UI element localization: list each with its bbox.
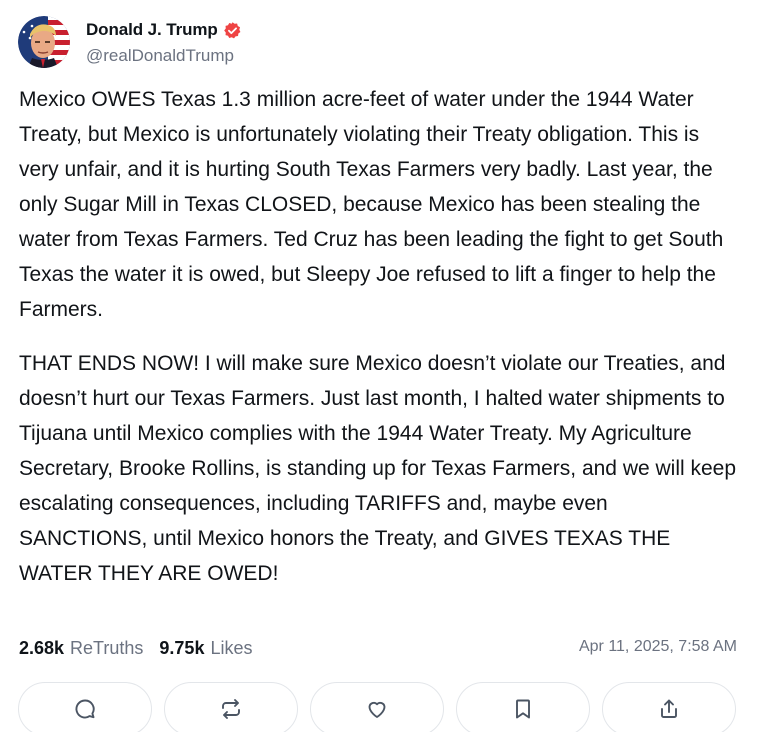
name-row: Donald J. Trump [86,18,242,42]
post-body: Mexico OWES Texas 1.3 million acre-feet … [19,82,741,591]
likes-count: 9.75k [159,637,205,658]
action-bar [18,682,736,732]
reply-icon [75,699,95,719]
post-timestamp[interactable]: Apr 11, 2025, 7:58 AM [579,638,737,656]
retruths-count: 2.68k [19,637,65,658]
post-header: Donald J. Trump @realDonaldTrump [18,16,242,68]
retruths-label: ReTruths [70,637,144,658]
post-paragraph: THAT ENDS NOW! I will make sure Mexico d… [19,352,737,585]
likes-stat[interactable]: 9.75k Likes [159,638,252,659]
like-button[interactable] [310,682,444,732]
retruth-button[interactable] [164,682,298,732]
retruths-stat[interactable]: 2.68k ReTruths [19,638,143,659]
author-display-name[interactable]: Donald J. Trump [86,20,218,40]
likes-label: Likes [210,637,253,658]
share-icon [661,699,677,718]
like-icon [368,701,386,718]
author-handle[interactable]: @realDonaldTrump [86,46,242,66]
post-paragraph: Mexico OWES Texas 1.3 million acre-feet … [19,88,724,321]
bookmark-icon [516,699,530,719]
retruth-icon [222,699,240,719]
verified-badge-icon [223,21,242,40]
truth-post: Donald J. Trump @realDonaldTrump Mexico … [0,0,762,732]
share-button[interactable] [602,682,736,732]
bookmark-button[interactable] [456,682,590,732]
post-stats: 2.68k ReTruths 9.75k Likes [19,636,268,660]
avatar[interactable] [18,16,70,68]
author-identity: Donald J. Trump @realDonaldTrump [86,18,242,66]
avatar-image [18,16,70,68]
reply-button[interactable] [18,682,152,732]
